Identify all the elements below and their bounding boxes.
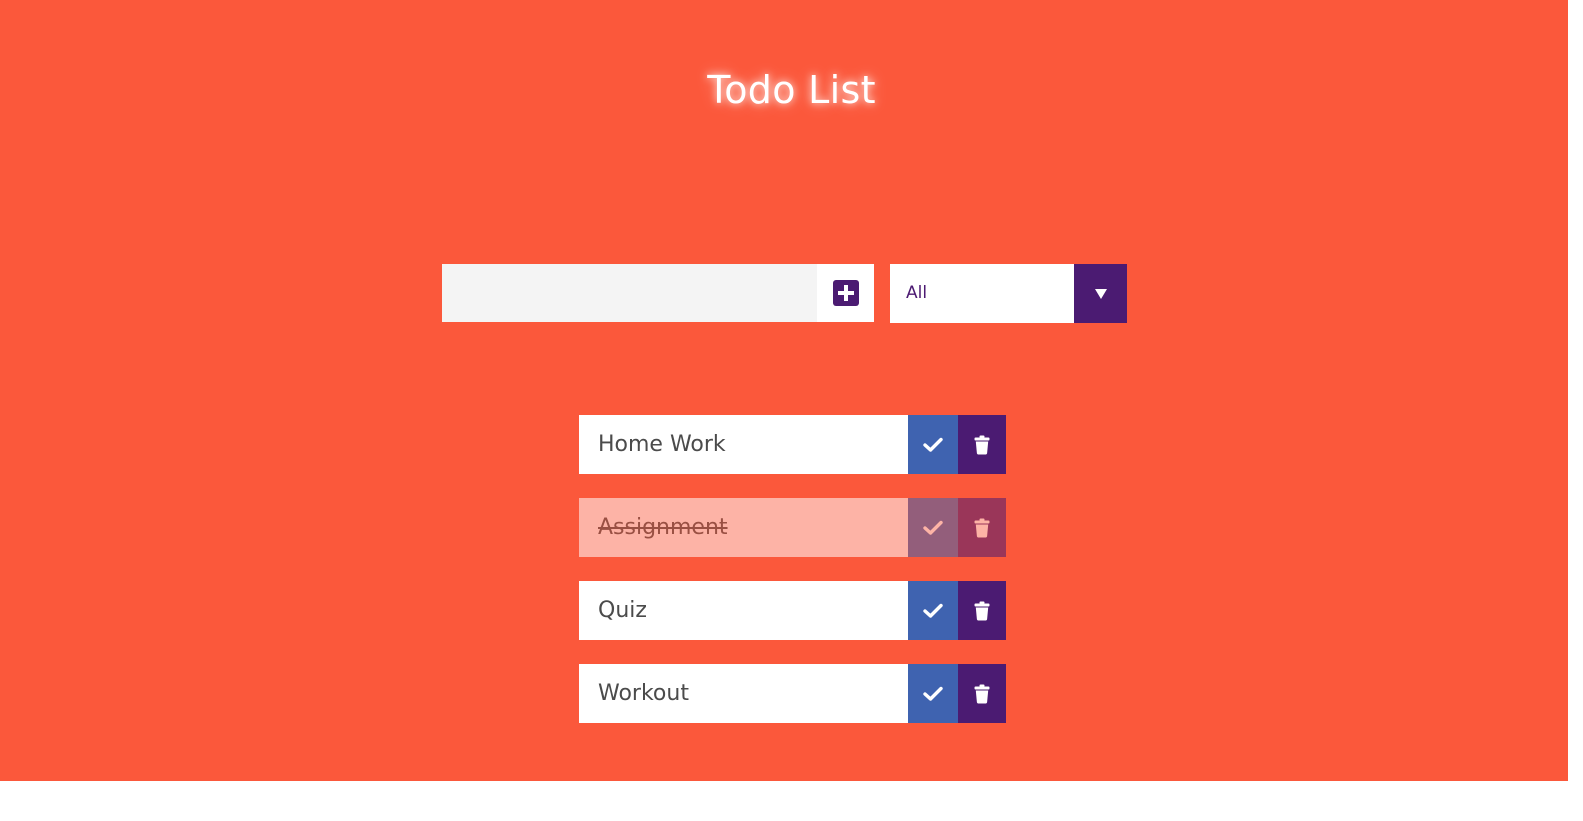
trash-icon xyxy=(974,435,990,454)
check-icon xyxy=(923,520,943,535)
check-icon xyxy=(923,437,943,452)
todo-item: Workout xyxy=(579,664,1006,723)
todo-item: Quiz xyxy=(579,581,1006,640)
complete-button[interactable] xyxy=(908,664,958,723)
todo-item: Home Work xyxy=(579,415,1006,474)
todo-text: Home Work xyxy=(598,432,726,457)
complete-button[interactable] xyxy=(908,498,958,557)
todo-input[interactable] xyxy=(442,264,817,322)
todo-text: Quiz xyxy=(598,598,647,623)
check-icon xyxy=(923,686,943,701)
add-todo-button[interactable] xyxy=(817,264,874,322)
filter-select[interactable]: All xyxy=(890,264,1127,323)
delete-button[interactable] xyxy=(958,415,1006,474)
trash-icon xyxy=(974,684,990,703)
plus-square-icon xyxy=(832,280,859,306)
trash-icon xyxy=(974,601,990,620)
delete-button[interactable] xyxy=(958,664,1006,723)
filter-dropdown-button[interactable] xyxy=(1074,264,1127,323)
page-title: Todo List xyxy=(707,68,876,112)
complete-button[interactable] xyxy=(908,415,958,474)
complete-button[interactable] xyxy=(908,581,958,640)
add-todo-form xyxy=(442,264,874,322)
trash-icon xyxy=(974,518,990,537)
todo-list: Home Work Assignment Quiz Workout xyxy=(579,415,1006,747)
check-icon xyxy=(923,603,943,618)
todo-text: Workout xyxy=(598,681,689,706)
delete-button[interactable] xyxy=(958,581,1006,640)
page-gutter xyxy=(1568,0,1583,821)
filter-selected-value: All xyxy=(906,283,928,303)
caret-down-icon xyxy=(1094,288,1107,299)
todo-text: Assignment xyxy=(598,515,728,540)
todo-app: Todo List All Home Work Assignment Quiz … xyxy=(0,0,1568,781)
delete-button[interactable] xyxy=(958,498,1006,557)
todo-item: Assignment xyxy=(579,498,1006,557)
